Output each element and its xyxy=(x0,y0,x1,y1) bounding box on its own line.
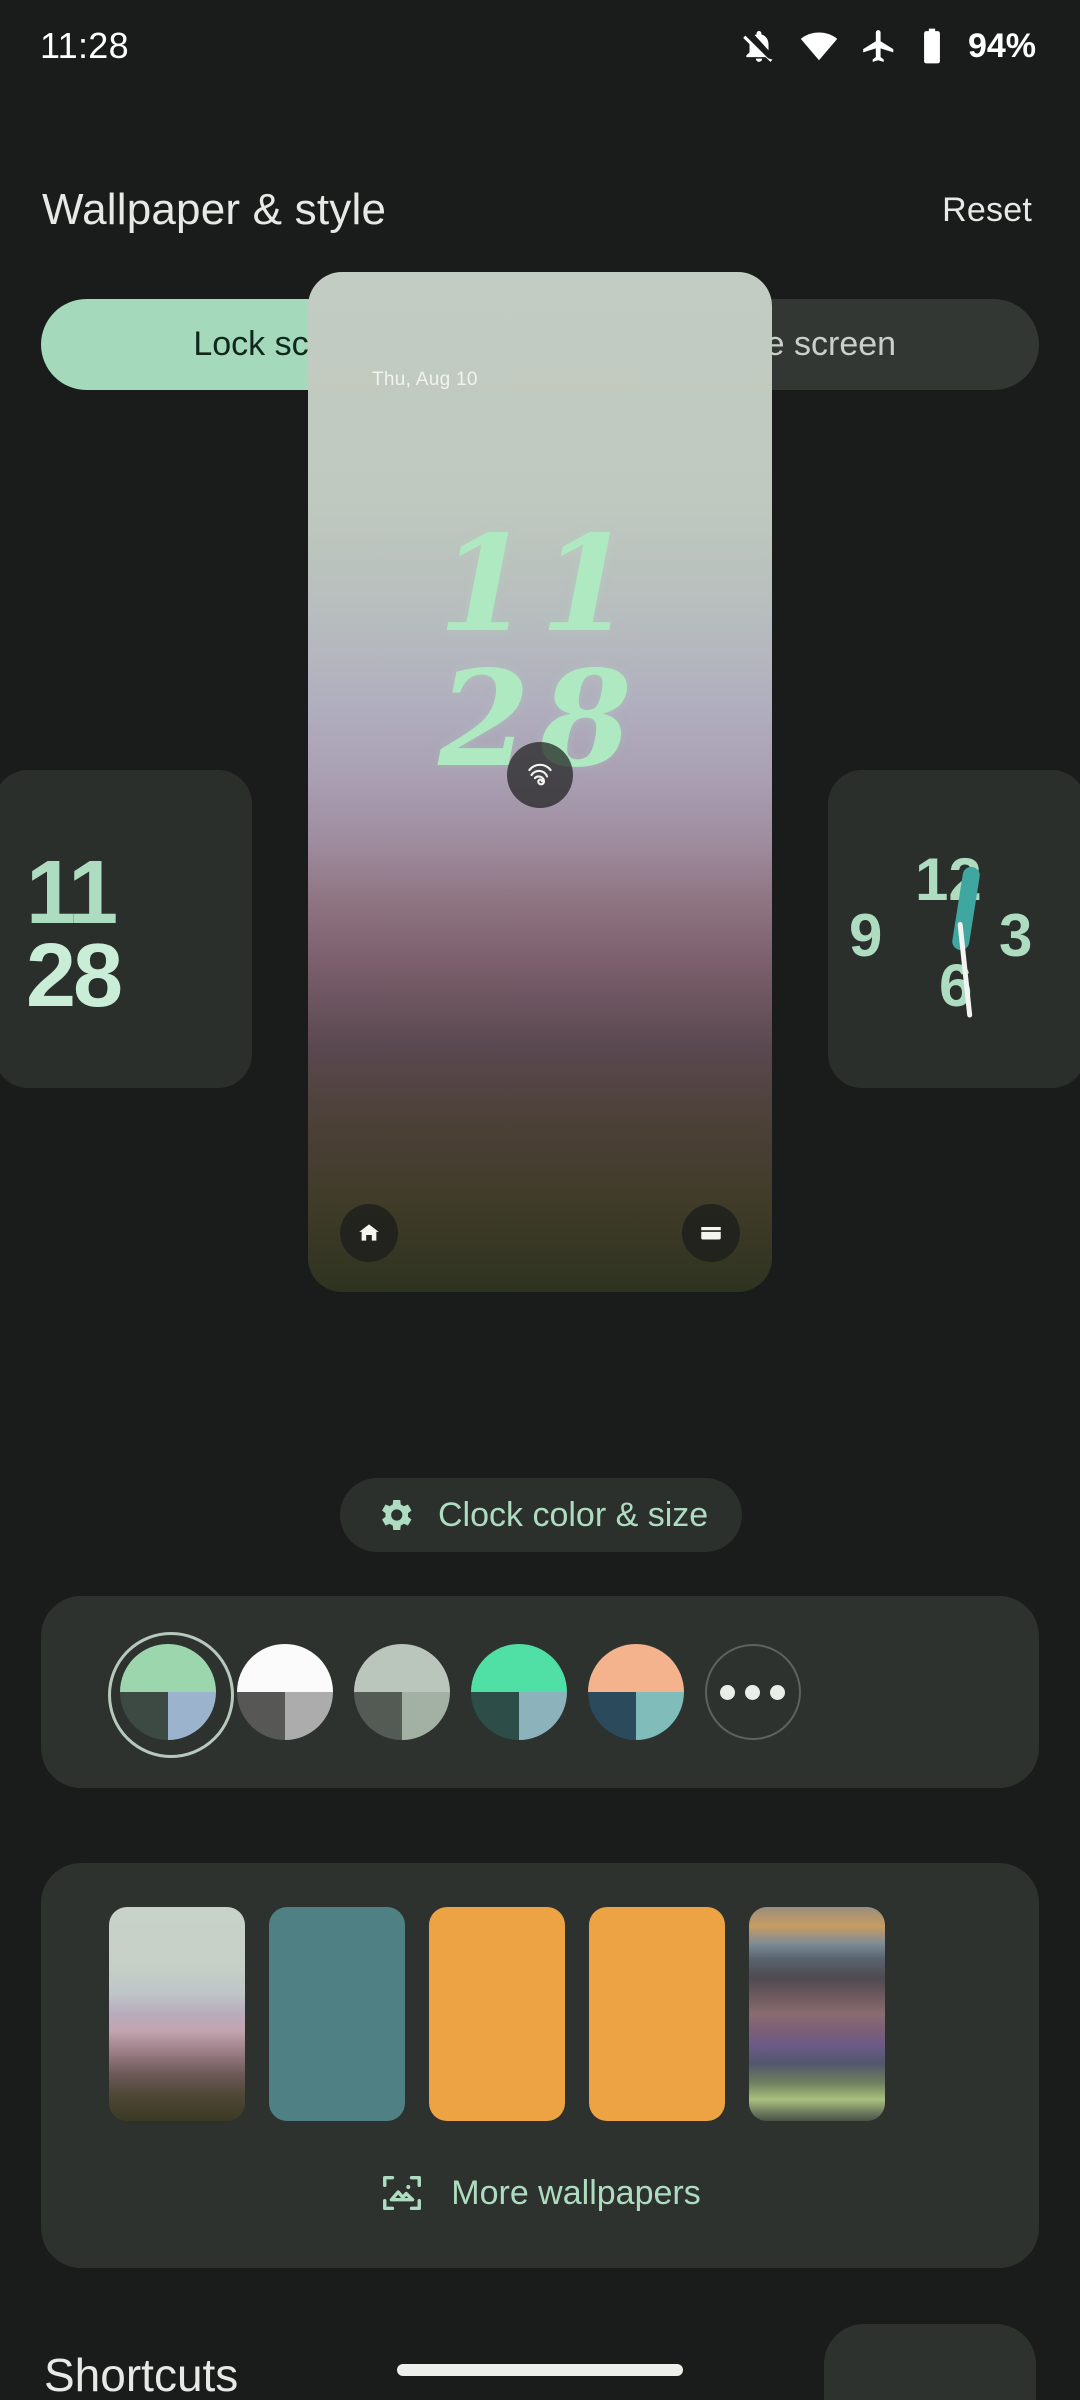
color-swatch-2[interactable] xyxy=(343,1630,460,1754)
wallpaper-thumbnail-1[interactable] xyxy=(269,1907,405,2121)
shortcuts-section-title: Shortcuts xyxy=(44,2349,239,2400)
color-swatch-panel xyxy=(41,1596,1039,1788)
swatch-bottom-right-color xyxy=(518,1692,567,1740)
color-swatch-1[interactable] xyxy=(226,1630,343,1754)
wallpaper-panel: More wallpapers xyxy=(41,1863,1039,2268)
color-swatch-circle xyxy=(353,1644,450,1740)
block-clock: 11 28 xyxy=(26,848,123,1026)
clock-color-and-size-button[interactable]: Clock color & size xyxy=(340,1478,743,1552)
swatch-bottom-left-color xyxy=(470,1692,519,1740)
block-clock-minutes: 28 xyxy=(26,925,123,1026)
wallpaper-thumbnail-3[interactable] xyxy=(589,1907,725,2121)
color-swatch-circle xyxy=(236,1644,333,1740)
swatch-bottom-right-color xyxy=(167,1692,216,1740)
wallpaper-thumbnail-2[interactable] xyxy=(429,1907,565,2121)
color-swatch-0[interactable] xyxy=(107,1630,234,1758)
dot xyxy=(720,1684,735,1700)
image-icon xyxy=(379,2170,425,2216)
swatch-top-color xyxy=(236,1644,333,1692)
swatch-bottom-right-color xyxy=(284,1692,333,1740)
clock-preview-carousel: 11 28 12 3 6 9 Thu, Aug 10 11 28 xyxy=(0,272,1080,1436)
wallpaper-thumbnail-0[interactable] xyxy=(109,1907,245,2121)
shortcuts-card[interactable] xyxy=(824,2324,1036,2400)
preview-clock-hours: 11 xyxy=(438,507,642,662)
analog-numeral-9: 9 xyxy=(849,902,883,969)
color-swatch-circle xyxy=(470,1644,567,1740)
swatch-bottom-right-color xyxy=(635,1692,684,1740)
dot xyxy=(745,1684,760,1700)
color-swatch-circle xyxy=(119,1644,216,1740)
swatch-bottom-left-color xyxy=(236,1692,285,1740)
swatch-bottom-left-color xyxy=(119,1692,168,1740)
page-title: Wallpaper & style xyxy=(42,185,387,234)
status-bar-icons: 94% xyxy=(740,27,1036,66)
battery-icon xyxy=(920,27,944,65)
notifications-silenced-icon xyxy=(740,27,778,65)
more-wallpapers-label: More wallpapers xyxy=(451,2173,701,2212)
wallpaper-thumbnail-4[interactable] xyxy=(749,1907,885,2121)
swatch-bottom-left-color xyxy=(353,1692,402,1740)
navigation-gesture-bar[interactable] xyxy=(397,2364,683,2376)
clock-preview-block-digital[interactable]: 11 28 xyxy=(0,770,252,1088)
wallpaper-thumbnail-row xyxy=(109,1907,885,2121)
wifi-icon xyxy=(800,27,838,65)
shortcut-wallet-button[interactable] xyxy=(682,1204,740,1262)
app-header: Wallpaper & style Reset xyxy=(0,158,1080,262)
clock-preview-analog[interactable]: 12 3 6 9 xyxy=(828,770,1080,1088)
more-wallpapers-button[interactable]: More wallpapers xyxy=(41,2170,1039,2216)
analog-clock: 12 3 6 9 xyxy=(828,770,1080,1088)
color-swatch-4[interactable] xyxy=(577,1630,694,1754)
color-swatch-circle xyxy=(587,1644,684,1740)
clock-color-and-size-label: Clock color & size xyxy=(438,1495,709,1534)
gear-icon xyxy=(374,1494,416,1536)
swatch-top-color xyxy=(587,1644,684,1692)
preview-date: Thu, Aug 10 xyxy=(372,369,478,390)
dot xyxy=(770,1684,785,1700)
fingerprint-icon xyxy=(507,742,573,808)
swatch-bottom-right-color xyxy=(401,1692,450,1740)
swatch-top-color xyxy=(119,1644,216,1692)
more-colors-button[interactable] xyxy=(694,1630,811,1754)
three-dots-icon xyxy=(704,1644,801,1740)
swatch-top-color xyxy=(470,1644,567,1692)
airplane-mode-icon xyxy=(860,27,898,65)
status-bar-clock: 11:28 xyxy=(40,25,129,66)
status-bar: 11:28 94% xyxy=(0,0,1080,92)
battery-percent-label: 94% xyxy=(967,26,1036,65)
swatch-bottom-left-color xyxy=(587,1692,636,1740)
swatch-top-color xyxy=(353,1644,450,1692)
reset-button[interactable]: Reset xyxy=(942,191,1032,230)
color-swatch-3[interactable] xyxy=(460,1630,577,1754)
shortcut-home-button[interactable] xyxy=(340,1204,398,1262)
analog-numeral-3: 3 xyxy=(999,902,1033,969)
lock-screen-preview[interactable]: Thu, Aug 10 11 28 xyxy=(308,272,772,1292)
